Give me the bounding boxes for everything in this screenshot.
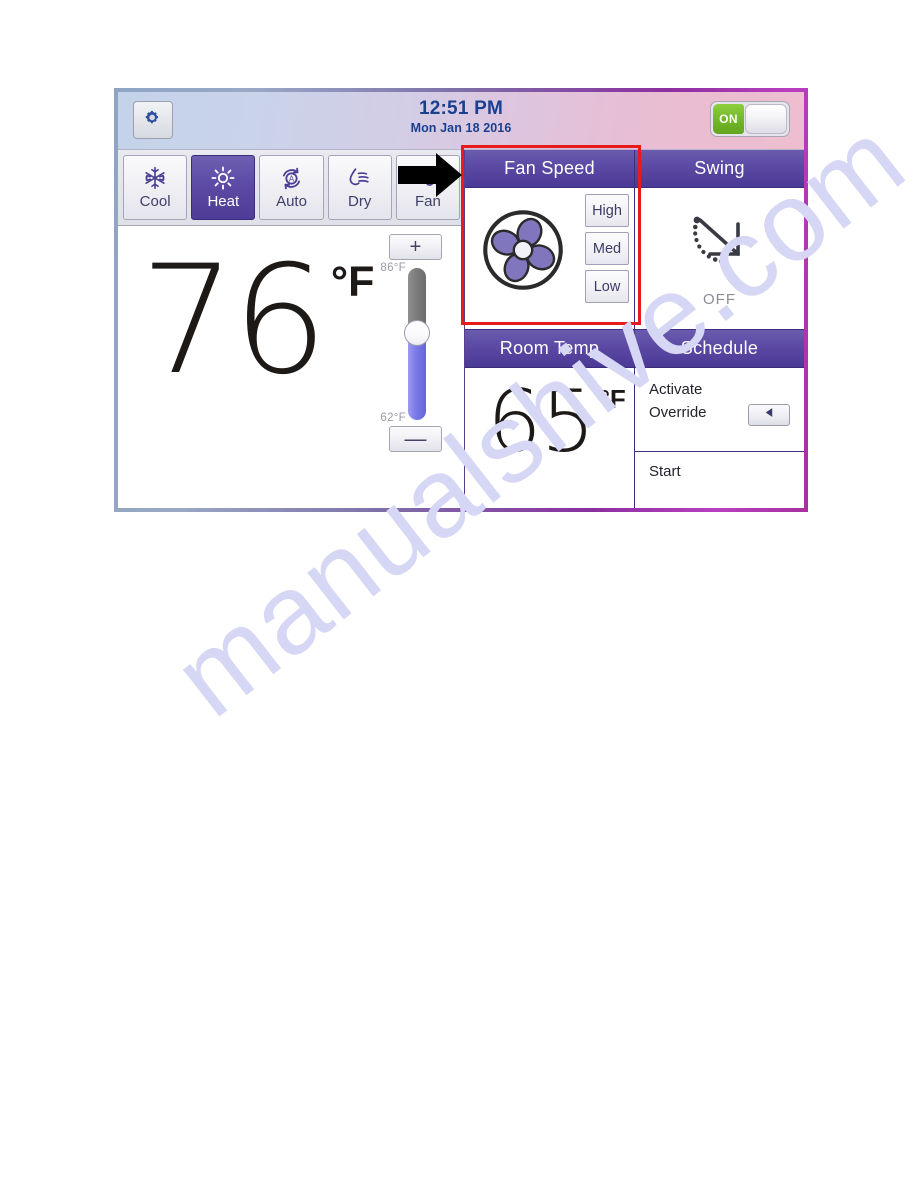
clock-date: Mon Jan 18 2016 xyxy=(410,121,512,135)
mode-label-auto: Auto xyxy=(276,193,307,210)
swing-arc-icon xyxy=(684,210,756,285)
room-temp-display: 65 °F xyxy=(487,371,626,472)
auto-circle-icon: A xyxy=(278,164,305,192)
mode-label-heat: Heat xyxy=(207,193,240,210)
panel-schedule: Schedule Activate Override Start xyxy=(635,329,804,508)
triangle-left-icon xyxy=(763,406,776,424)
fan-speed-options: High Med Low xyxy=(585,194,629,303)
schedule-override-line1: Activate xyxy=(649,380,703,398)
status-bar: 12:51 PM Mon Jan 18 2016 ON xyxy=(118,92,804,150)
thermostat-device-frame: 12:51 PM Mon Jan 18 2016 ON Cool Heat A … xyxy=(114,88,808,512)
mode-button-auto[interactable]: A Auto xyxy=(259,155,324,220)
panel-row-top: Fan Speed High Med Low Swing OFF xyxy=(465,150,804,330)
mode-button-heat[interactable]: Heat xyxy=(191,155,256,220)
panel-body-fan-speed: High Med Low xyxy=(465,188,634,329)
slider-min-label: 62°F xyxy=(380,412,406,424)
power-toggle[interactable]: ON xyxy=(710,101,790,137)
override-arrow-button[interactable] xyxy=(748,403,790,426)
panel-title-schedule: Schedule xyxy=(635,329,804,368)
mode-button-fan[interactable]: Fan xyxy=(395,155,461,220)
setpoint-value: 76 xyxy=(140,234,328,408)
slider-handle[interactable] xyxy=(404,320,430,346)
swing-content: OFF xyxy=(635,210,804,308)
room-temp-value: 65 xyxy=(487,371,595,472)
thermostat-screen: 12:51 PM Mon Jan 18 2016 ON Cool Heat A … xyxy=(118,92,804,508)
svg-text:A: A xyxy=(289,174,295,183)
fan-speed-button-low[interactable]: Low xyxy=(585,270,629,303)
panel-row-bottom: Room Temp 65 °F Schedule Activate Overri… xyxy=(465,329,804,508)
setpoint-slider-column: + 86°F 62°F — xyxy=(362,234,454,454)
mode-label-cool: Cool xyxy=(139,193,171,210)
panel-room-temp: Room Temp 65 °F xyxy=(465,329,635,508)
mode-button-bar: Cool Heat A Auto Dry Fan xyxy=(118,150,464,226)
temperature-slider[interactable] xyxy=(404,268,430,420)
clock-time: 12:51 PM xyxy=(419,98,503,119)
droplet-waves-icon xyxy=(345,164,375,192)
schedule-override-row[interactable]: Activate Override xyxy=(635,368,804,452)
gear-icon xyxy=(142,109,164,131)
panel-title-room-temp: Room Temp xyxy=(465,329,634,368)
right-column: Fan Speed High Med Low Swing OFF Room Te… xyxy=(465,150,804,508)
room-temp-unit: °F xyxy=(599,383,626,414)
sun-icon xyxy=(210,164,236,192)
screen-body: Cool Heat A Auto Dry Fan 76 °F + 86°F 62… xyxy=(118,150,804,508)
schedule-start-label: Start xyxy=(649,462,681,480)
setpoint-display: 76 °F xyxy=(140,234,374,408)
settings-button[interactable] xyxy=(133,101,173,139)
page-canvas: manualshive.com 12:51 PM Mon Jan 18 2016 xyxy=(0,0,918,1188)
panel-fan-speed: Fan Speed High Med Low xyxy=(465,150,635,329)
increase-temp-button[interactable]: + xyxy=(389,234,442,260)
mode-label-dry: Dry xyxy=(348,193,372,210)
fan-speed-button-med[interactable]: Med xyxy=(585,232,629,265)
slider-max-label: 86°F xyxy=(380,262,406,274)
swing-state-label: OFF xyxy=(703,291,736,308)
panel-body-swing[interactable]: OFF xyxy=(635,188,804,329)
decrease-temp-button[interactable]: — xyxy=(389,426,442,452)
fan-blade-icon xyxy=(414,164,442,192)
mode-button-dry[interactable]: Dry xyxy=(327,155,392,220)
snowflake-icon xyxy=(142,164,168,192)
setpoint-area: 76 °F + 86°F 62°F — xyxy=(118,226,464,508)
panel-swing: Swing OFF xyxy=(635,150,804,329)
power-toggle-knob xyxy=(745,104,787,134)
power-toggle-label: ON xyxy=(713,104,745,134)
panel-title-swing: Swing xyxy=(635,150,804,188)
fan-icon xyxy=(477,204,569,301)
fan-speed-button-high[interactable]: High xyxy=(585,194,629,227)
panel-title-fan-speed: Fan Speed xyxy=(465,150,634,188)
panel-body-schedule: Activate Override Start xyxy=(635,367,804,508)
left-column: Cool Heat A Auto Dry Fan 76 °F + 86°F 62… xyxy=(118,150,465,508)
schedule-start-row[interactable]: Start xyxy=(635,452,804,508)
mode-button-cool[interactable]: Cool xyxy=(123,155,188,220)
panel-body-room-temp: 65 °F xyxy=(465,367,634,508)
mode-label-fan: Fan xyxy=(414,193,441,210)
clock: 12:51 PM Mon Jan 18 2016 xyxy=(118,98,804,136)
